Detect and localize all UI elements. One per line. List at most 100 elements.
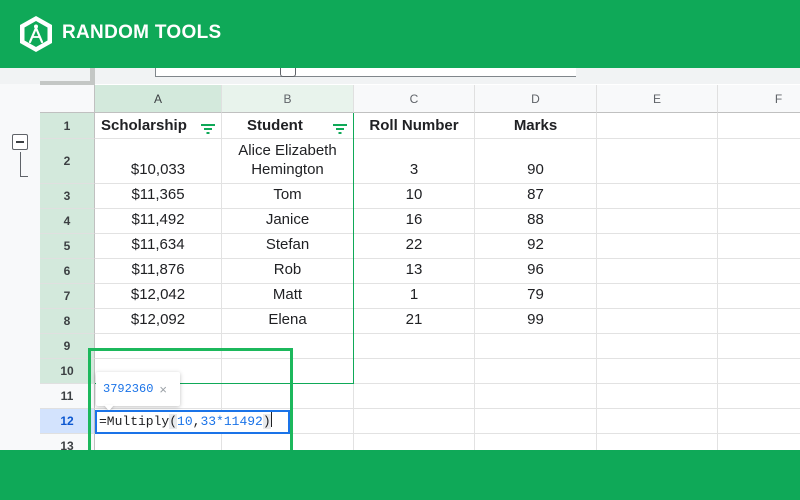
cell-f13[interactable]	[718, 434, 800, 450]
cell-e8[interactable]	[597, 309, 718, 334]
cell-c10[interactable]	[354, 359, 475, 384]
column-header-a[interactable]: A	[95, 85, 222, 113]
cell-f4[interactable]	[718, 209, 800, 234]
row-header-3[interactable]: 3	[40, 184, 95, 209]
cell-b4[interactable]: Janice	[222, 209, 354, 234]
cell-f8[interactable]	[718, 309, 800, 334]
cell-f10[interactable]	[718, 359, 800, 384]
cell-a1[interactable]: Scholarship	[95, 113, 222, 139]
row-header-6[interactable]: 6	[40, 259, 95, 284]
cell-a4[interactable]: $11,492	[95, 209, 222, 234]
row-header-2[interactable]: 2	[40, 139, 95, 184]
cell-d1[interactable]: Marks	[475, 113, 597, 139]
cell-a5[interactable]: $11,634	[95, 234, 222, 259]
row-header-12[interactable]: 12	[40, 409, 95, 434]
cell-d10[interactable]	[475, 359, 597, 384]
cell-e9[interactable]	[597, 334, 718, 359]
row-header-9[interactable]: 9	[40, 334, 95, 359]
cell-a13[interactable]	[95, 434, 222, 450]
column-header-f[interactable]: F	[718, 85, 800, 113]
cell-a6[interactable]: $11,876	[95, 259, 222, 284]
cell-d3[interactable]: 87	[475, 184, 597, 209]
cell-d9[interactable]	[475, 334, 597, 359]
cell-e10[interactable]	[597, 359, 718, 384]
cell-e3[interactable]	[597, 184, 718, 209]
cell-b3[interactable]: Tom	[222, 184, 354, 209]
column-header-e[interactable]: E	[597, 85, 718, 113]
cell-f3[interactable]	[718, 184, 800, 209]
cell-d2[interactable]: 90	[475, 139, 597, 184]
cell-c4[interactable]: 16	[354, 209, 475, 234]
cell-a3[interactable]: $11,365	[95, 184, 222, 209]
row-header-13[interactable]: 13	[40, 434, 95, 450]
row-header-4[interactable]: 4	[40, 209, 95, 234]
cell-a2[interactable]: $10,033	[95, 139, 222, 184]
cell-e12[interactable]	[597, 409, 718, 434]
cell-d8[interactable]: 99	[475, 309, 597, 334]
cell-b8[interactable]: Elena	[222, 309, 354, 334]
cell-f9[interactable]	[718, 334, 800, 359]
cell-e11[interactable]	[597, 384, 718, 409]
row-header-7[interactable]: 7	[40, 284, 95, 309]
cell-b5[interactable]: Stefan	[222, 234, 354, 259]
preview-value: 3792360	[103, 382, 154, 396]
cell-e2[interactable]	[597, 139, 718, 184]
formula-input[interactable]: =Multiply(10,33*11492)	[95, 410, 290, 434]
cell-c8[interactable]: 21	[354, 309, 475, 334]
cell-e5[interactable]	[597, 234, 718, 259]
filter-icon[interactable]	[333, 124, 347, 134]
row-header-8[interactable]: 8	[40, 309, 95, 334]
cell-f6[interactable]	[718, 259, 800, 284]
cell-c6[interactable]: 13	[354, 259, 475, 284]
cell-a9[interactable]	[95, 334, 222, 359]
cell-d13[interactable]	[475, 434, 597, 450]
cell-f1[interactable]	[718, 113, 800, 139]
cell-e6[interactable]	[597, 259, 718, 284]
cell-b10[interactable]	[222, 359, 354, 384]
cell-b13[interactable]	[222, 434, 354, 450]
cell-b9[interactable]	[222, 334, 354, 359]
column-header-d[interactable]: D	[475, 85, 597, 113]
cell-c3[interactable]: 10	[354, 184, 475, 209]
cell-e7[interactable]	[597, 284, 718, 309]
cell-c5[interactable]: 22	[354, 234, 475, 259]
cell-a8[interactable]: $12,092	[95, 309, 222, 334]
cell-d7[interactable]: 79	[475, 284, 597, 309]
cell-b7[interactable]: Matt	[222, 284, 354, 309]
cell-f2[interactable]	[718, 139, 800, 184]
column-header-b[interactable]: B	[222, 85, 354, 113]
cell-b11[interactable]	[222, 384, 354, 409]
cell-b2[interactable]: Alice Elizabeth Hemington	[222, 139, 354, 184]
cell-e13[interactable]	[597, 434, 718, 450]
cell-f7[interactable]	[718, 284, 800, 309]
cell-d11[interactable]	[475, 384, 597, 409]
cell-c11[interactable]	[354, 384, 475, 409]
cell-c13[interactable]	[354, 434, 475, 450]
cell-e4[interactable]	[597, 209, 718, 234]
cell-f5[interactable]	[718, 234, 800, 259]
row-header-5[interactable]: 5	[40, 234, 95, 259]
cell-d6[interactable]: 96	[475, 259, 597, 284]
cell-b6[interactable]: Rob	[222, 259, 354, 284]
cell-d5[interactable]: 92	[475, 234, 597, 259]
cell-f11[interactable]	[718, 384, 800, 409]
row-header-11[interactable]: 11	[40, 384, 95, 409]
cell-b1[interactable]: Student	[222, 113, 354, 139]
row-header-1[interactable]: 1	[40, 113, 95, 139]
cell-d4[interactable]: 88	[475, 209, 597, 234]
cell-c1[interactable]: Roll Number	[354, 113, 475, 139]
cell-c2[interactable]: 3	[354, 139, 475, 184]
cell-f12[interactable]	[718, 409, 800, 434]
cell-e1[interactable]	[597, 113, 718, 139]
cell-c12[interactable]	[354, 409, 475, 434]
collapse-group-icon[interactable]	[12, 134, 28, 150]
cell-a7[interactable]: $12,042	[95, 284, 222, 309]
select-all-corner[interactable]	[40, 85, 95, 113]
row-header-10[interactable]: 10	[40, 359, 95, 384]
cell-c9[interactable]	[354, 334, 475, 359]
filter-icon[interactable]	[201, 124, 215, 134]
cell-c7[interactable]: 1	[354, 284, 475, 309]
cell-d12[interactable]	[475, 409, 597, 434]
close-icon[interactable]: ×	[159, 382, 167, 397]
column-header-c[interactable]: C	[354, 85, 475, 113]
